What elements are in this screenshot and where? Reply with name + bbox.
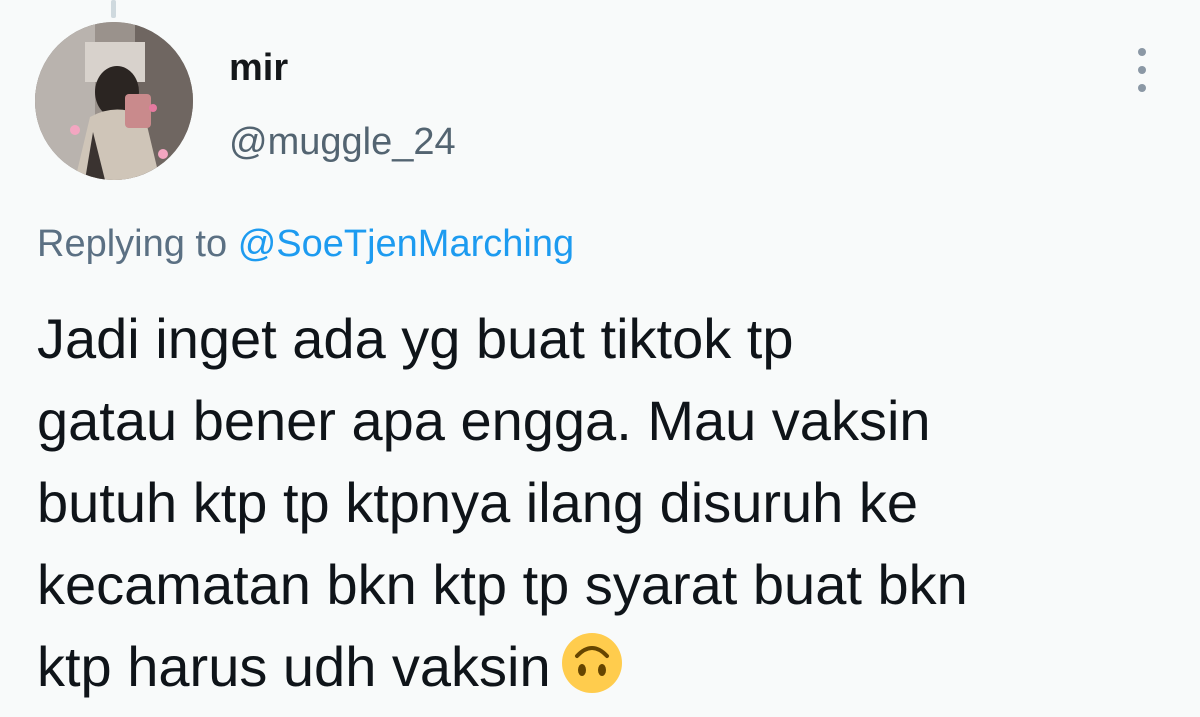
tweet-body: Jadi inget ada yg buat tiktok tp gatau b…	[37, 298, 1177, 716]
display-name[interactable]: mir	[229, 44, 288, 92]
more-vertical-icon-dot	[1138, 66, 1146, 74]
avatar-photo	[35, 22, 193, 180]
tweet-text: Jadi inget ada yg buat tiktok tp gatau b…	[37, 307, 968, 698]
more-options-button[interactable]	[1124, 48, 1160, 92]
upside-down-face-emoji	[561, 632, 623, 716]
avatar[interactable]	[35, 22, 193, 180]
more-vertical-icon	[1138, 48, 1146, 56]
user-handle[interactable]: @muggle_24	[229, 118, 456, 166]
more-vertical-icon-dot	[1138, 84, 1146, 92]
tweet-card[interactable]: mir @muggle_24 Replying to @SoeTjenMarch…	[0, 0, 1200, 717]
thread-connector-line	[111, 0, 116, 18]
replying-to-label: Replying to	[37, 223, 228, 265]
replying-to-line: Replying to @SoeTjenMarching	[37, 220, 574, 268]
reply-mention-link[interactable]: @SoeTjenMarching	[238, 223, 574, 265]
